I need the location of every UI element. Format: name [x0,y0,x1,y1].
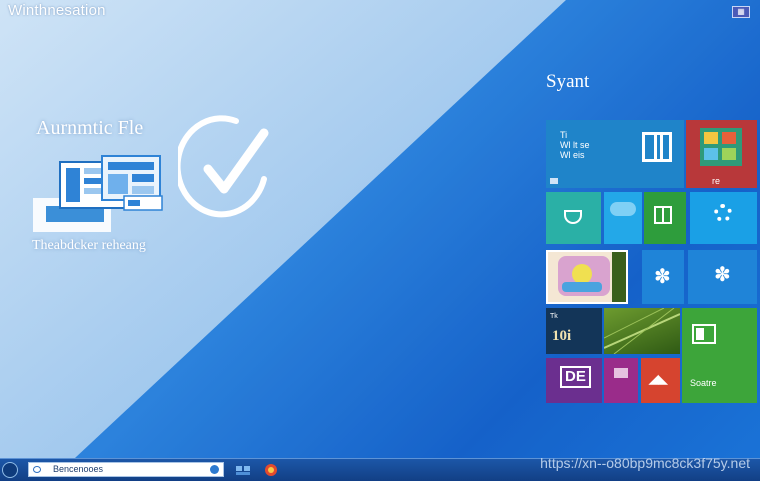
cloud-icon [610,202,636,216]
tile-store-line-2: Wl lt se [560,140,590,150]
tile-mail[interactable] [546,192,601,244]
paw-icon-2: ✽ [714,264,731,286]
cortana-icon[interactable] [210,465,219,474]
tile-people[interactable]: ✽ [642,250,684,304]
window-title: Winthnesation [8,2,106,19]
gear-icon [714,204,732,222]
windows-logo-icon [642,132,672,162]
mail-icon [564,210,582,224]
paw-icon: ✽ [654,266,671,288]
task-view-icon[interactable] [234,461,252,479]
video-icon: ◢◣ [649,372,668,386]
tile-store-small-icon [550,178,558,184]
browser-icon[interactable] [262,461,280,479]
tile-photo[interactable] [546,250,628,304]
tile-store-line-1: Ti [560,130,568,140]
tile-video[interactable]: ◢◣ [641,358,680,403]
tile-doc[interactable]: DE [546,358,602,403]
tile-doc-label: DE [560,366,591,388]
tile-apps-label: re [712,176,721,186]
excel-icon [654,206,672,224]
start-button[interactable] [2,462,18,478]
apps-grid-icon [700,128,742,166]
tile-purple[interactable] [604,358,638,403]
search-icon [33,466,41,473]
hero-caption: Theabdcker reheang [32,238,146,253]
tile-store-line-3: Wl eis [560,150,585,160]
corner-badge-icon: ▦ [732,6,750,18]
taskbar-search-box[interactable]: Bencenooes [28,462,224,477]
photo-icon [558,256,610,296]
hero-title: Aurnmtic Fle [36,117,144,139]
tile-apps[interactable]: re [686,120,757,188]
tile-store[interactable]: Ti Wl lt se Wl eis [546,120,684,188]
tile-news-big: 10i [552,328,572,344]
tile-news-line-1: Tk [550,313,558,320]
checkmark-circle-icon [178,115,269,218]
tile-office[interactable]: Soatre [682,308,757,403]
tile-purple-icon [614,368,628,378]
tile-nature[interactable] [604,308,680,354]
leaf-image-icon [604,308,680,354]
tile-excel[interactable] [644,192,686,244]
tile-news[interactable]: Tk 10i [546,308,602,354]
search-box-label: Bencenooes [53,464,104,474]
tile-weather[interactable] [604,192,642,244]
office-icon [692,324,716,344]
tile-people-2[interactable]: ✽ [688,250,757,304]
tile-settings[interactable] [690,192,757,244]
windows-illustration-icon [33,155,163,232]
desktop-background: Winthnesation ▦ Aurnmtic Fle Theabdcker … [0,0,760,458]
watermark-url: https://xn--o80bp9mc8ck3f75y.net [540,455,750,471]
start-screen-label: Syant [546,71,590,92]
tile-office-label: Soatre [690,378,717,388]
